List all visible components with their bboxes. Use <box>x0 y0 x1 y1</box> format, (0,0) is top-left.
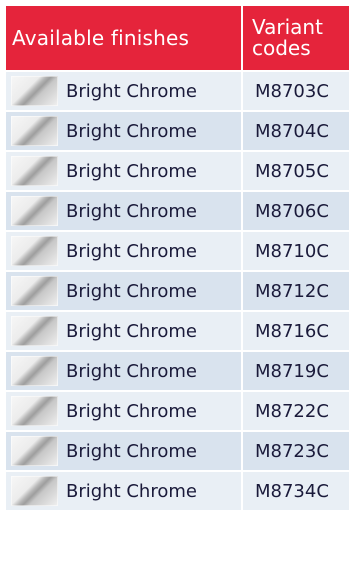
finish-name: Bright Chrome <box>66 360 197 382</box>
finishes-table: Available finishes Variant codes Bright … <box>6 6 349 510</box>
header-finishes-label: Available finishes <box>12 26 190 50</box>
variant-code: M8723C <box>255 440 329 462</box>
finish-name: Bright Chrome <box>66 480 197 502</box>
finish-name: Bright Chrome <box>66 240 197 262</box>
finish-cell: Bright Chrome <box>6 192 243 230</box>
variant-code: M8716C <box>255 320 329 342</box>
finish-name: Bright Chrome <box>66 440 197 462</box>
finish-cell: Bright Chrome <box>6 232 243 270</box>
chrome-swatch-icon <box>11 76 58 106</box>
variant-code: M8734C <box>255 480 329 502</box>
table-body: Bright Chrome M8703C Bright Chrome M8704C Br… <box>6 70 349 510</box>
variant-code: M8704C <box>255 120 329 142</box>
finish-cell: Bright Chrome <box>6 432 243 470</box>
chrome-swatch-icon <box>11 196 58 226</box>
variant-code-cell: M8722C <box>243 392 349 430</box>
finish-cell: Bright Chrome <box>6 72 243 110</box>
variant-code: M8703C <box>255 80 329 102</box>
variant-code: M8722C <box>255 400 329 422</box>
table-row: Bright Chrome M8705C <box>6 150 349 190</box>
variant-code-cell: M8706C <box>243 192 349 230</box>
variant-code-cell: M8719C <box>243 352 349 390</box>
table-row: Bright Chrome M8716C <box>6 310 349 350</box>
header-available-finishes: Available finishes <box>6 6 243 70</box>
chrome-swatch-icon <box>11 356 58 386</box>
chrome-swatch-icon <box>11 476 58 506</box>
finish-name: Bright Chrome <box>66 200 197 222</box>
variant-code: M8705C <box>255 160 329 182</box>
table-row: Bright Chrome M8719C <box>6 350 349 390</box>
finish-name: Bright Chrome <box>66 320 197 342</box>
chrome-swatch-icon <box>11 316 58 346</box>
variant-code-cell: M8705C <box>243 152 349 190</box>
header-codes-label-line1: Variant <box>252 15 323 39</box>
variant-code-cell: M8703C <box>243 72 349 110</box>
variant-code-cell: M8723C <box>243 432 349 470</box>
chrome-swatch-icon <box>11 396 58 426</box>
table-header: Available finishes Variant codes <box>6 6 349 70</box>
finish-cell: Bright Chrome <box>6 112 243 150</box>
finish-name: Bright Chrome <box>66 120 197 142</box>
table-row: Bright Chrome M8706C <box>6 190 349 230</box>
table-row: Bright Chrome M8722C <box>6 390 349 430</box>
table-row: Bright Chrome M8712C <box>6 270 349 310</box>
variant-code-cell: M8712C <box>243 272 349 310</box>
finish-name: Bright Chrome <box>66 400 197 422</box>
chrome-swatch-icon <box>11 436 58 466</box>
chrome-swatch-icon <box>11 236 58 266</box>
variant-code-cell: M8734C <box>243 472 349 510</box>
table-row: Bright Chrome M8703C <box>6 70 349 110</box>
chrome-swatch-icon <box>11 116 58 146</box>
header-codes-label-line2: codes <box>252 36 311 60</box>
finish-cell: Bright Chrome <box>6 392 243 430</box>
finish-cell: Bright Chrome <box>6 472 243 510</box>
finish-cell: Bright Chrome <box>6 312 243 350</box>
finish-cell: Bright Chrome <box>6 352 243 390</box>
finish-cell: Bright Chrome <box>6 152 243 190</box>
variant-code: M8719C <box>255 360 329 382</box>
variant-code: M8712C <box>255 280 329 302</box>
variant-code-cell: M8710C <box>243 232 349 270</box>
table-row: Bright Chrome M8704C <box>6 110 349 150</box>
variant-code: M8706C <box>255 200 329 222</box>
variant-code-cell: M8704C <box>243 112 349 150</box>
table-row: Bright Chrome M8723C <box>6 430 349 470</box>
variant-code: M8710C <box>255 240 329 262</box>
finish-cell: Bright Chrome <box>6 272 243 310</box>
finish-name: Bright Chrome <box>66 280 197 302</box>
chrome-swatch-icon <box>11 156 58 186</box>
finish-name: Bright Chrome <box>66 160 197 182</box>
finish-name: Bright Chrome <box>66 80 197 102</box>
header-variant-codes: Variant codes <box>243 6 349 70</box>
table-row: Bright Chrome M8710C <box>6 230 349 270</box>
table-row: Bright Chrome M8734C <box>6 470 349 510</box>
variant-code-cell: M8716C <box>243 312 349 350</box>
chrome-swatch-icon <box>11 276 58 306</box>
